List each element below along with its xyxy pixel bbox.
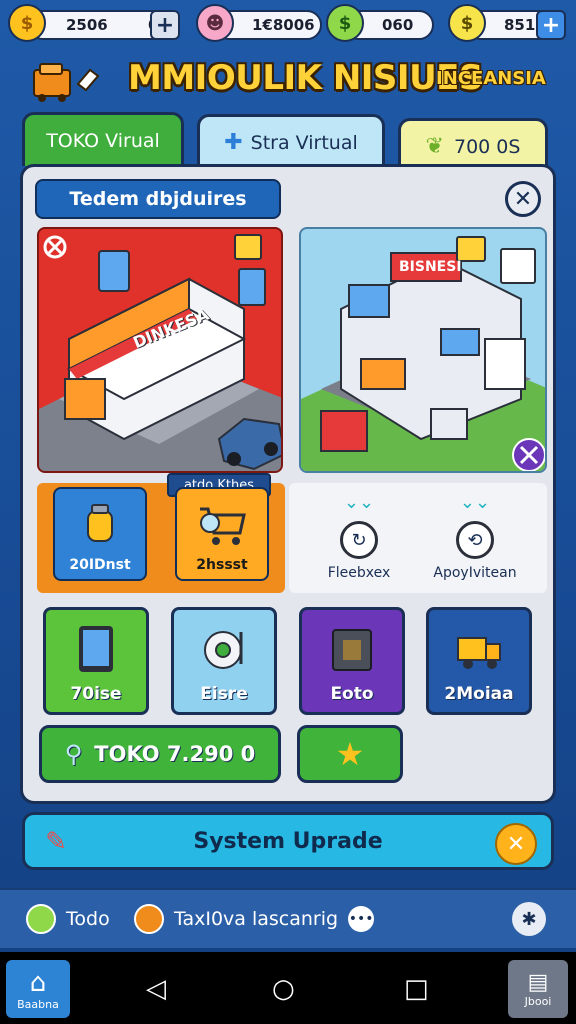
todo-icon xyxy=(26,904,56,934)
favorite-button[interactable]: ★ xyxy=(297,725,403,783)
option-2[interactable]: ⌄⌄ ⟲ ApoyIvitean xyxy=(415,492,535,587)
tile-truck[interactable]: 2Moiaa xyxy=(426,607,532,715)
tools-icon: ✕ xyxy=(495,823,537,865)
store-card-virtual[interactable]: BISNESI xyxy=(299,227,547,473)
star-icon: ★ xyxy=(335,735,365,773)
key-icon: ⚲ xyxy=(64,740,83,768)
info-strip: Todo TaxI0va lascanrig ••• ✱ xyxy=(0,888,576,948)
sync-icon: ⟲ xyxy=(456,521,494,559)
tab-store-virtual[interactable]: ✚ Stra Virtual xyxy=(197,114,385,168)
leaf-icon: ❦ xyxy=(425,134,444,159)
settings-icon[interactable]: ✱ xyxy=(512,902,546,936)
safe-icon xyxy=(332,629,372,671)
mini-button-1[interactable]: 20IDnst xyxy=(53,487,147,581)
toko-purchase-button[interactable]: ⚲ TOKO 7.290 0 xyxy=(39,725,281,783)
info-todo[interactable]: Todo xyxy=(26,904,110,934)
close-icon: ✕ xyxy=(513,186,533,212)
system-nav-bar: ⌂ Baabna ◁ ○ □ ▤ Jbooi xyxy=(0,952,576,1024)
truck-icon xyxy=(457,637,501,669)
chevron-down-icon: ⌄⌄ xyxy=(343,492,375,513)
title-sub: INCEANSIA xyxy=(436,68,546,89)
close-button[interactable]: ✕ xyxy=(505,181,541,217)
store-card-physical[interactable]: DINKESA xyxy=(37,227,283,473)
add-bag-button[interactable]: + xyxy=(536,10,566,40)
game-title: MMIOULIK NISIUES INCEANSIA xyxy=(0,52,576,108)
cash-icon: $ xyxy=(326,4,364,42)
mini-button-2[interactable]: 2hssst xyxy=(175,487,269,581)
booth-sign: BISNESI xyxy=(399,259,462,275)
refresh-icon: ↻ xyxy=(340,521,378,559)
shield-icon xyxy=(134,904,164,934)
tile-tape[interactable]: Eisre xyxy=(171,607,277,715)
info-tax[interactable]: TaxI0va lascanrig ••• xyxy=(134,904,375,934)
chevron-down-icon: ⌄⌄ xyxy=(459,492,491,513)
tile-safe[interactable]: Eoto xyxy=(299,607,405,715)
tape-icon xyxy=(204,631,243,669)
main-panel: Tedem dbjduires ✕ DINKESA BISNESI atdo K… xyxy=(20,164,556,804)
cart-icon xyxy=(200,507,246,545)
option-1[interactable]: ⌄⌄ ↻ Fleebxex xyxy=(299,492,419,587)
mini-button-area: atdo Kthes 20IDnst 2hssst xyxy=(37,473,285,593)
bag-icon: $ xyxy=(448,4,486,42)
coin-icon: $ xyxy=(8,4,46,42)
more-icon[interactable]: ••• xyxy=(348,906,375,932)
resource-bar: 2506 0 $ + 1€8006 ☻ 060 $ 8510 $ + xyxy=(0,0,576,52)
panel-header: Tedem dbjduires xyxy=(35,179,281,219)
menu-button[interactable]: ▤ Jbooi xyxy=(508,960,568,1018)
book-icon: ▤ xyxy=(527,970,549,995)
puzzle-icon: ✚ xyxy=(224,130,243,155)
pencil-icon: ✎ xyxy=(45,827,67,857)
tile-tablet[interactable]: 70ise xyxy=(43,607,149,715)
recents-icon[interactable]: □ xyxy=(404,976,429,1002)
home-circle-icon[interactable]: ○ xyxy=(272,976,295,1002)
add-coins-button[interactable]: + xyxy=(150,10,180,40)
system-upgrade-button[interactable]: ✎ System Uprade ✕ xyxy=(22,812,554,870)
avatar-icon: ☻ xyxy=(196,4,234,42)
home-button[interactable]: ⌂ Baabna xyxy=(6,960,70,1018)
options-area: ⌄⌄ ↻ Fleebxex ⌄⌄ ⟲ ApoyIvitean xyxy=(289,483,547,593)
storefront-illustration xyxy=(39,234,281,471)
home-icon: ⌂ xyxy=(29,967,47,998)
title-main: MMIOULIK NISIUES xyxy=(128,58,483,98)
tablet-icon xyxy=(79,626,113,672)
jar-icon xyxy=(87,504,113,542)
tab-toko-virtual[interactable]: TOKO Virual xyxy=(22,112,184,166)
back-icon[interactable]: ◁ xyxy=(146,976,166,1002)
shopping-cart-icon xyxy=(33,63,100,102)
